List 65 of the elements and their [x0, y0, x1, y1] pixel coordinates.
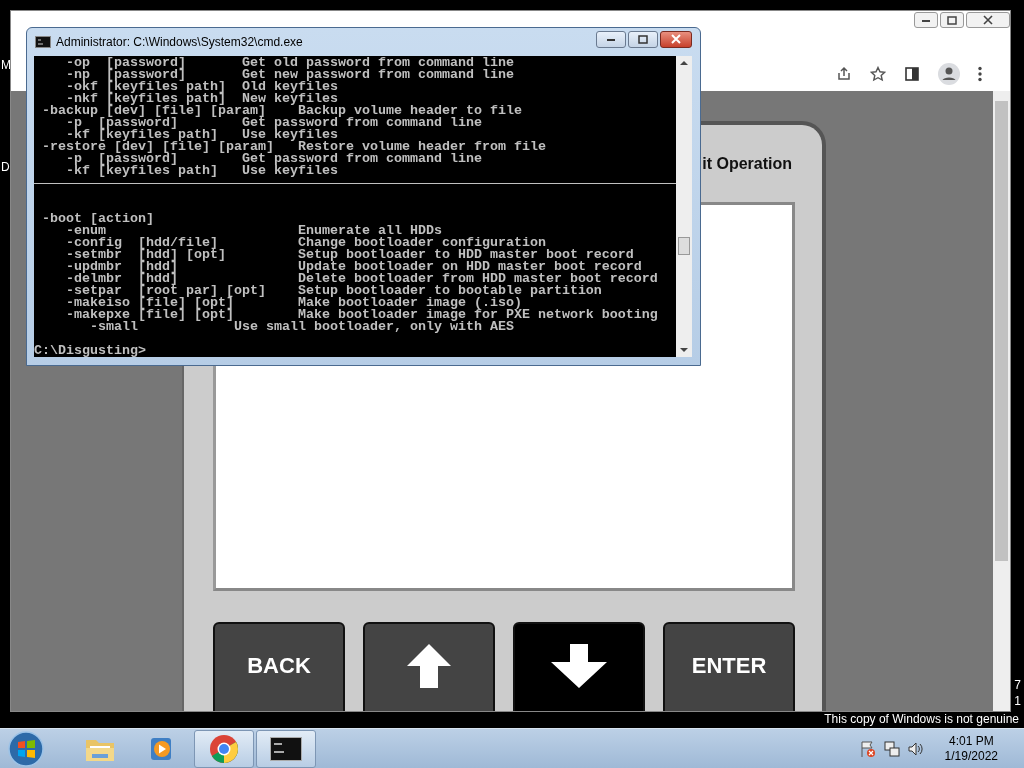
- close-icon: [671, 34, 681, 44]
- console-line: -restore [dev] [file] [param] Restore volume header from file: [41, 141, 547, 153]
- desktop-text: 1: [1014, 694, 1021, 708]
- down-arrow-icon: [550, 643, 608, 689]
- close-button[interactable]: [660, 30, 692, 48]
- console-icon: [35, 36, 51, 48]
- up-arrow-icon: [406, 643, 452, 689]
- console-line: -enum Enumerate all HDDs: [65, 225, 442, 237]
- minimize-button[interactable]: [914, 12, 938, 28]
- console-line: -np [password] Get new password from command line: [65, 69, 515, 81]
- console-line: -backup [dev] [file] [param] Backup volume header to file: [41, 105, 523, 117]
- scroll-thumb[interactable]: [678, 237, 690, 255]
- browser-icon: [209, 733, 239, 764]
- network-icon[interactable]: [882, 739, 901, 758]
- clock-time[interactable]: 4:01 PM: [948, 733, 994, 749]
- scroll-thumb[interactable]: [995, 101, 1008, 561]
- close-icon: [983, 15, 993, 25]
- key-button[interactable]: ENTER: [663, 622, 795, 711]
- desktop-icon-label: M: [1, 58, 11, 72]
- maximize-button[interactable]: [940, 12, 964, 28]
- console-line: -setpar [root par] [opt] Setup bootloader to bootable partition: [65, 285, 603, 297]
- maximize-icon: [638, 34, 648, 44]
- browser-taskbar-button[interactable]: [194, 729, 254, 768]
- key-button[interactable]: BACK: [213, 622, 345, 711]
- desktop-text: 7: [1014, 678, 1021, 692]
- console-line: -p [password] Get password from command line: [66, 117, 483, 129]
- scroll-down-icon[interactable]: [680, 348, 688, 353]
- menu-icon[interactable]: [978, 66, 982, 82]
- console-icon: [270, 736, 302, 761]
- share-icon[interactable]: [836, 66, 852, 82]
- profile-icon[interactable]: [938, 63, 960, 85]
- console-taskbar-button[interactable]: [256, 729, 316, 768]
- console-line: C:\Disgusting>: [34, 345, 147, 357]
- console-line: -nkf [keyfiles path] New keyfiles: [66, 93, 338, 105]
- window-title: Administrator: C:\Windows\System32\cmd.exe: [56, 35, 303, 49]
- panel-title: it Operation: [702, 154, 792, 173]
- minimize-icon: [606, 36, 616, 42]
- console-line: -config [hdd/file] Change bootloader configuration: [65, 237, 547, 249]
- close-button[interactable]: [966, 12, 1010, 28]
- activation-notice: This copy of Windows is not genuine: [824, 712, 1019, 726]
- console-line: -p [password] Get password from command line: [65, 153, 483, 165]
- clock-date[interactable]: 1/19/2022: [944, 748, 998, 764]
- star-icon[interactable]: [870, 66, 886, 82]
- console-line: -makepxe [file] [opt] Make bootloader image for PXE network booting: [65, 309, 659, 321]
- scroll-up-icon[interactable]: [680, 60, 688, 65]
- maximize-button[interactable]: [628, 30, 658, 48]
- console-line: -kf [keyfiles path] Use keyfiles: [65, 165, 339, 177]
- minimize-button[interactable]: [596, 30, 626, 48]
- scrollbar[interactable]: [993, 91, 1010, 711]
- flag-error-icon[interactable]: [858, 739, 877, 758]
- start-button[interactable]: [8, 730, 44, 767]
- console-line: -okf [keyfiles path] Old keyfiles: [65, 81, 338, 93]
- scrollbar[interactable]: [676, 56, 692, 357]
- console-line: -op [password] Get old password from command line: [65, 57, 515, 69]
- minimize-icon: [921, 17, 931, 23]
- console-line: -boot [action]: [41, 213, 155, 225]
- side-panel-icon[interactable]: [904, 66, 920, 82]
- console-line: -kf [keyfiles path] Use keyfiles: [66, 129, 338, 141]
- desktop-icon-label: D: [1, 160, 11, 174]
- console-line: -delmbr [hdd] Delete bootloader from HDD master boot record: [65, 273, 659, 285]
- console-line: -small Use small bootloader, only with AES: [90, 321, 515, 333]
- console-line: -updmbr [hdd] Update bootloader on HDD master boot record: [65, 261, 642, 273]
- maximize-icon: [947, 15, 957, 25]
- console-line: -makeiso [file] [opt] Make bootloader image (.iso): [65, 297, 522, 309]
- console-line: -setmbr [hdd] [opt] Setup bootloader to HDD master boot record: [65, 249, 634, 261]
